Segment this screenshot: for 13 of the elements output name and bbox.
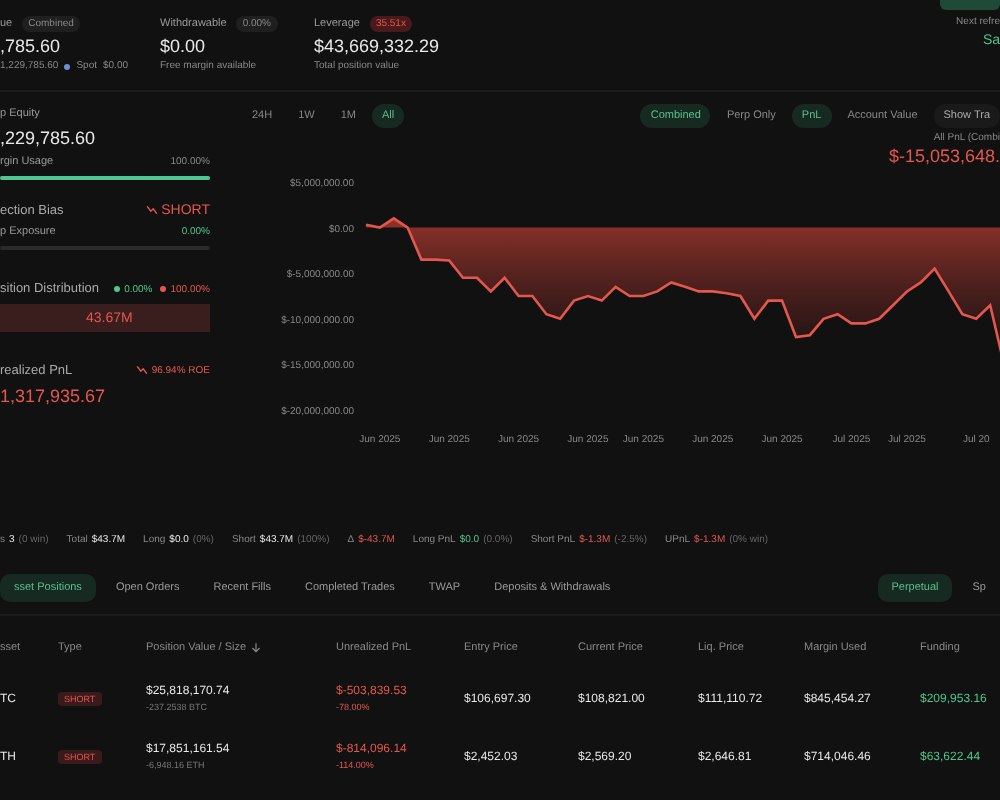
pnl-value: 1,317,935.67 (0, 386, 108, 406)
dot-icon (160, 286, 167, 292)
stat-value: ,785.60 (0, 36, 63, 56)
sort-down-icon[interactable] (250, 642, 263, 654)
refresh-bar (940, 0, 1000, 10)
stat-value: $43,669,332.29 (314, 36, 442, 56)
dot-icon (64, 63, 71, 69)
trend-down-icon (135, 364, 148, 377)
dot-icon (114, 286, 121, 292)
trend-down-icon (145, 204, 158, 217)
stat-value: $0.00 (160, 36, 208, 56)
total-pnl: $-15,053,648. (888, 146, 1000, 166)
equity-value: ,229,785.60 (0, 128, 98, 148)
